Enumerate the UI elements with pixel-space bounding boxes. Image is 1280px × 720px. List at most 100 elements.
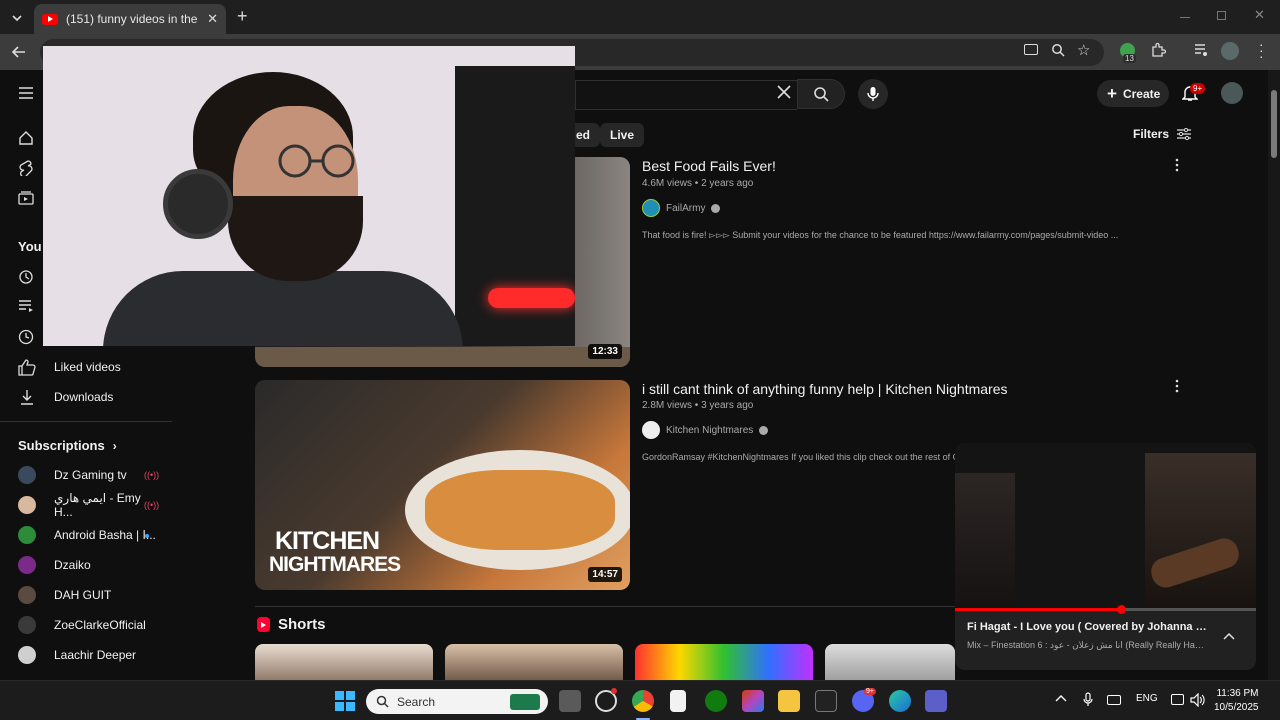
microphone-icon[interactable] <box>1083 692 1093 707</box>
hamburger-menu-icon[interactable] <box>18 86 36 104</box>
new-tab-button[interactable]: + <box>237 6 248 27</box>
channel-link[interactable]: Kitchen Nightmares <box>642 421 769 439</box>
short-thumbnail[interactable] <box>255 644 433 680</box>
thumbnail-text: NIGHTMARES <box>269 553 401 576</box>
video-title[interactable]: i still cant think of anything funny hel… <box>642 381 1008 397</box>
new-content-dot-icon <box>145 534 149 538</box>
back-arrow-icon[interactable] <box>10 43 28 61</box>
sidebar-subscription[interactable]: Dz Gaming tv <box>18 464 158 486</box>
language-indicator[interactable]: ENG <box>1136 693 1158 704</box>
keyboard-icon[interactable] <box>1107 695 1121 705</box>
miniplayer[interactable]: Fi Hagat - I Love you ( Covered by Johan… <box>955 443 1256 670</box>
miniplayer-video[interactable] <box>955 443 1256 608</box>
sidebar-subscription[interactable]: ZoeClarkeOfficial <box>18 614 158 636</box>
browser-menu-icon[interactable]: · · · <box>1259 37 1264 63</box>
account-avatar[interactable] <box>1221 82 1243 104</box>
more-actions-icon[interactable] <box>1172 157 1182 173</box>
section-divider <box>255 606 955 607</box>
expand-chevron-up-icon[interactable] <box>1223 632 1235 640</box>
verified-check-icon <box>759 425 769 435</box>
shorts-icon[interactable] <box>18 160 36 178</box>
media-control-icon[interactable] <box>1194 43 1209 57</box>
tab-close-icon[interactable]: ✕ <box>207 11 218 27</box>
create-button[interactable]: + Create <box>1097 80 1169 107</box>
tab-search-button[interactable] <box>8 9 26 27</box>
miniplayer-subtitle: Mix – Finestation 6 : انا مش زعلان - عود… <box>967 640 1207 650</box>
subscriptions-icon[interactable] <box>18 190 36 208</box>
home-icon[interactable] <box>18 130 36 148</box>
network-icon[interactable] <box>1171 694 1184 705</box>
close-window-icon[interactable]: ✕ <box>1254 7 1265 23</box>
channel-name: ZoeClarkeOfficial <box>54 618 146 632</box>
zoom-icon[interactable] <box>1051 43 1065 57</box>
miniplayer-scrubber[interactable] <box>1116 605 1126 614</box>
chip-live[interactable]: Live <box>600 123 645 147</box>
tray-chevron-up-icon[interactable] <box>1055 694 1067 702</box>
extensions-puzzle-icon[interactable] <box>1151 42 1166 57</box>
restore-icon[interactable] <box>1217 11 1226 20</box>
miniplayer-progress-fill <box>955 608 1121 611</box>
voice-search-button[interactable] <box>858 79 888 109</box>
chrome-icon[interactable] <box>632 690 654 712</box>
bookmark-star-icon[interactable]: ☆ <box>1077 41 1090 59</box>
sidebar-subscription[interactable]: DAH GUIT <box>18 584 158 606</box>
sidebar-subscription[interactable]: Dzaiko <box>18 554 158 576</box>
system-clock[interactable]: 11:36 PM 10/5/2025 <box>1214 687 1259 715</box>
sidebar-subscription[interactable]: Android Basha | ا... <box>18 524 158 546</box>
taskbar-search-box[interactable]: Search <box>366 689 548 714</box>
scrollbar-track[interactable] <box>1268 70 1280 680</box>
task-view-icon[interactable] <box>559 690 581 712</box>
download-icon <box>18 389 36 405</box>
office-icon[interactable] <box>742 690 764 712</box>
browser-tab-active[interactable]: (151) funny videos in the kitche ✕ <box>34 4 226 34</box>
you-section-label[interactable]: You <box>18 239 42 254</box>
clear-search-icon[interactable] <box>776 84 792 100</box>
miniplayer-progress-track[interactable] <box>955 608 1256 611</box>
install-app-icon[interactable] <box>1024 44 1038 55</box>
channel-avatar <box>18 526 36 544</box>
edge-icon[interactable] <box>889 690 911 712</box>
channel-avatar <box>18 556 36 574</box>
playlists-icon[interactable] <box>18 299 36 317</box>
volume-icon[interactable] <box>1190 693 1205 707</box>
windows-start-icon[interactable] <box>335 691 355 711</box>
minimize-icon[interactable] <box>1180 8 1190 18</box>
performer-left <box>955 473 1015 608</box>
channel-link[interactable]: FailArmy <box>642 199 721 217</box>
sidebar-subscription[interactable]: ايمي هاري - Emy H... <box>18 491 158 519</box>
short-thumbnail[interactable] <box>825 644 955 680</box>
subscriptions-header[interactable]: Subscriptions › <box>18 438 117 453</box>
person-beard <box>228 196 363 281</box>
sidebar-subscription[interactable]: Laachir Deeper <box>18 644 158 666</box>
teams-icon[interactable] <box>925 690 947 712</box>
xbox-icon[interactable] <box>705 690 727 712</box>
epic-games-icon[interactable] <box>815 690 837 712</box>
channel-name: FailArmy <box>666 202 706 214</box>
shorts-header: Shorts <box>257 616 326 633</box>
scrollbar-thumb[interactable] <box>1271 90 1277 158</box>
channel-avatar <box>18 616 36 634</box>
file-icon[interactable] <box>670 690 686 712</box>
sidebar-item-liked-videos[interactable]: Liked videos <box>18 356 121 378</box>
search-button[interactable] <box>797 79 845 109</box>
shorts-logo-icon <box>257 617 270 632</box>
history-icon[interactable] <box>18 269 36 287</box>
more-actions-icon[interactable] <box>1172 378 1182 394</box>
video-thumbnail[interactable]: KITCHEN NIGHTMARES 14:57 <box>255 380 630 590</box>
search-input[interactable] <box>575 80 797 110</box>
short-thumbnail[interactable] <box>635 644 813 680</box>
watch-later-icon[interactable] <box>18 329 36 347</box>
channel-name: Kitchen Nightmares <box>666 424 754 436</box>
filters-label: Filters <box>1133 127 1170 141</box>
profile-avatar[interactable] <box>1221 42 1239 60</box>
duration-badge: 12:33 <box>588 344 622 359</box>
filters-button[interactable]: Filters <box>1133 127 1192 141</box>
sidebar-item-downloads[interactable]: Downloads <box>18 386 113 408</box>
short-thumbnail[interactable] <box>445 644 623 680</box>
clock-date: 10/5/2025 <box>1214 702 1259 713</box>
file-explorer-icon[interactable] <box>778 690 800 712</box>
video-title[interactable]: Best Food Fails Ever! <box>642 158 776 174</box>
video-description: GordonRamsay #KitchenNightmares If you l… <box>642 452 960 462</box>
live-indicator-icon: ((•)) <box>144 500 160 510</box>
channel-name: Laachir Deeper <box>54 648 137 662</box>
